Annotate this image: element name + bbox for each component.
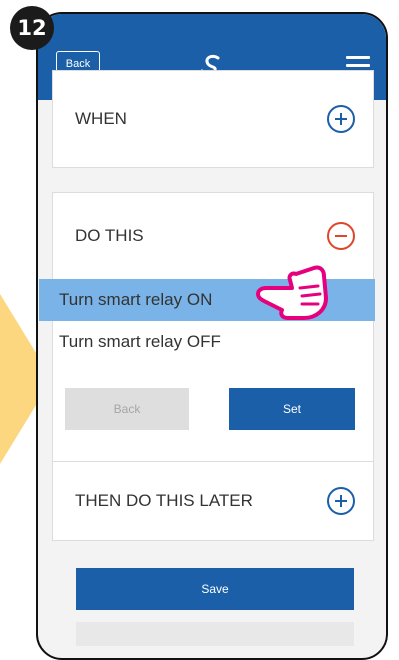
when-section: WHEN (52, 70, 374, 168)
when-label: WHEN (75, 109, 127, 128)
plus-circle-icon[interactable] (327, 487, 355, 515)
bottom-strip (76, 622, 354, 646)
do-this-section: DO THIS Turn smart relay ON Turn smart r… (39, 192, 375, 498)
phone-frame: Back WHEN DO THIS Turn smart relay ON Tu… (36, 12, 388, 660)
save-button[interactable]: Save (76, 568, 354, 610)
set-button[interactable]: Set (229, 388, 355, 430)
minus-circle-icon[interactable] (327, 222, 355, 250)
then-do-this-later-section: THEN DO THIS LATER (52, 461, 374, 541)
step-badge: 12 (10, 6, 54, 50)
pointing-hand-icon (256, 265, 328, 320)
plus-circle-icon[interactable] (327, 105, 355, 133)
do-this-back-button[interactable]: Back (65, 388, 189, 430)
option-turn-relay-off[interactable]: Turn smart relay OFF (53, 321, 373, 363)
do-this-label: DO THIS (75, 226, 144, 245)
then-later-label: THEN DO THIS LATER (75, 491, 253, 510)
